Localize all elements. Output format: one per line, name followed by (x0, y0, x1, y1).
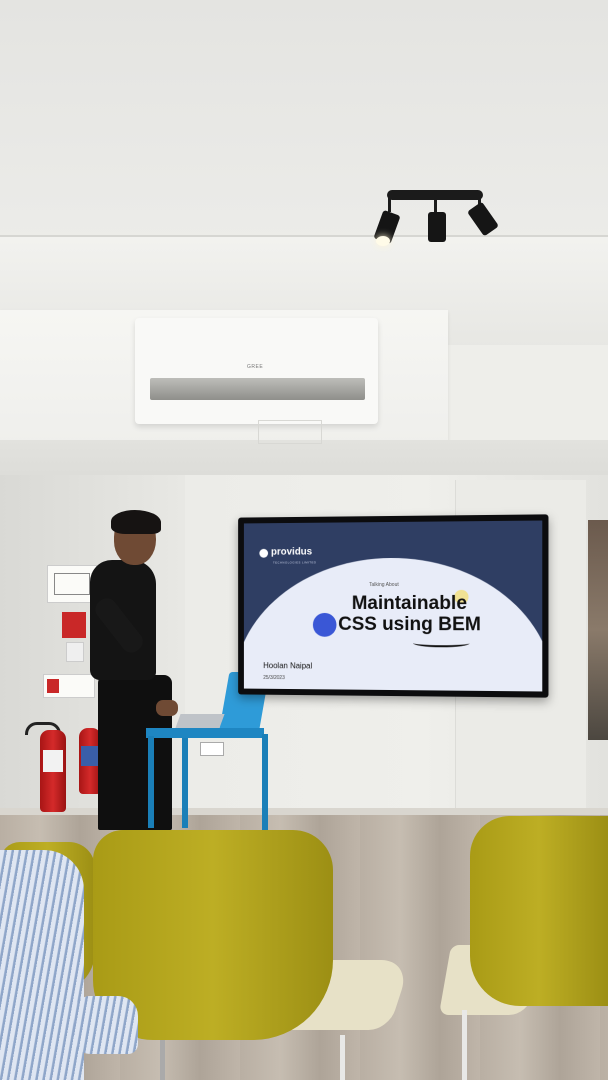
squiggle-decoration (413, 639, 470, 647)
track-light-stem (388, 198, 391, 212)
slide-talk-label: Talking About (369, 582, 399, 588)
safety-sign-strip (43, 674, 95, 698)
presenter-legs (98, 675, 172, 830)
ac-vent (150, 378, 365, 400)
podium-top (146, 728, 264, 738)
foreground-shirt-cuff (74, 996, 138, 1054)
foreground-striped-shirt (0, 850, 84, 1080)
slide-title-line-2: CSS using BEM (330, 614, 490, 635)
right-edge-shelf (588, 520, 608, 740)
track-light-stem (434, 198, 437, 212)
air-conditioner (135, 318, 378, 424)
presenter-hair (111, 510, 161, 534)
podium-leg (148, 736, 154, 828)
laptop (175, 714, 224, 728)
fire-call-point (66, 642, 84, 662)
extinguisher-label (43, 750, 63, 772)
slide-speaker-name: Hoolan Naipal (263, 661, 312, 670)
slide-title: Maintainable CSS using BEM (330, 593, 490, 635)
wall-tv: providus TECHNOLOGIES LIMITED Talking Ab… (238, 514, 548, 697)
power-outlet (200, 742, 224, 756)
presentation-room-photo: GREE providus TECHNOLOGIES LIMITED Talki… (0, 0, 608, 1080)
ceiling (0, 0, 608, 250)
slide-date: 25/3/2023 (263, 675, 285, 681)
presentation-slide: providus TECHNOLOGIES LIMITED Talking Ab… (244, 521, 542, 692)
providus-logo-icon (259, 549, 268, 558)
slide-brand: providus (271, 547, 312, 558)
fire-alarm-sign (62, 612, 86, 638)
presenter-hand (156, 700, 178, 716)
ac-brand-label: GREE (247, 364, 263, 370)
spotlight (428, 212, 446, 242)
spotlight-glow (376, 236, 390, 246)
soffit (0, 440, 608, 480)
ceiling-access-panel (258, 420, 322, 444)
chair-leg (340, 1035, 345, 1080)
podium-leg (262, 734, 268, 830)
slide-title-line-1: Maintainable (330, 593, 490, 614)
chair-back-right (470, 816, 608, 1006)
extinguisher-label (81, 746, 99, 766)
slide-brand-subtitle: TECHNOLOGIES LIMITED (273, 560, 316, 564)
chair-leg (462, 1010, 467, 1080)
podium-leg (182, 738, 188, 828)
